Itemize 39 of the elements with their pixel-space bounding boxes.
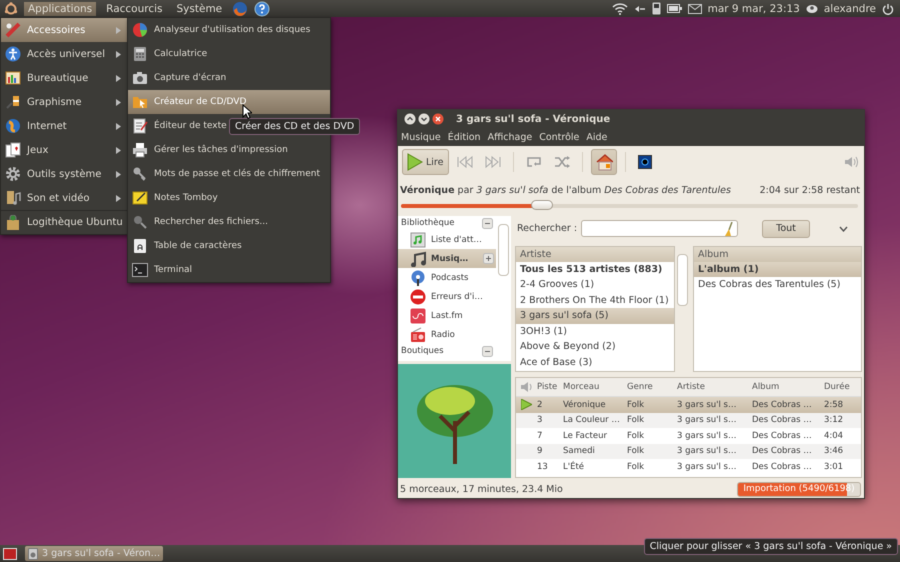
table-cell-text: 13 bbox=[536, 462, 549, 472]
table-cell-text: Folk bbox=[626, 462, 646, 472]
now-playing-text: Véronique par 3 gars su'l sofa de l'album Des Cobras des Tarentules bbox=[400, 184, 732, 196]
table-cell-text: 3 gars su'l s… bbox=[676, 462, 738, 472]
table-cell-text: Des Cobras … bbox=[751, 462, 813, 472]
table-cell-text: Folk bbox=[626, 400, 646, 410]
table-cell-text: Véronique bbox=[562, 400, 607, 410]
tooltip: Créer des CD et des DVD bbox=[229, 118, 360, 135]
table-cell-text: Folk bbox=[626, 446, 646, 456]
source-group-label: Boutiques bbox=[401, 346, 444, 356]
table-cell-text: 9 bbox=[536, 446, 544, 456]
table-cell-text: 3:01 bbox=[823, 462, 844, 472]
table-cell-text: 2 bbox=[536, 400, 544, 410]
notification-tooltip: Cliquer pour glisser « 3 gars su'l sofa - Véronique » bbox=[644, 538, 898, 555]
table-cell-text: Samedi bbox=[562, 446, 596, 456]
table-cell-text: L'Été bbox=[562, 462, 586, 472]
table-cell-text: 3 bbox=[536, 415, 544, 426]
table-cell-text: 2:58 bbox=[823, 400, 844, 410]
table-cell-text: 3 gars su'l s… bbox=[676, 400, 738, 410]
table-cell-text: 3:46 bbox=[823, 446, 844, 456]
table-cell-text: Des Cobras … bbox=[751, 415, 813, 426]
table-cell-text: La Couleur … bbox=[562, 415, 621, 426]
search-label: Rechercher : bbox=[517, 223, 578, 234]
table-cell-text: 4:04 bbox=[823, 430, 844, 441]
time-label: 2:04 sur 2:58 restant bbox=[760, 184, 860, 196]
table-cell-text: Des Cobras … bbox=[751, 400, 813, 410]
table-cell-text: 3:12 bbox=[823, 415, 844, 426]
table-cell-text: 3 gars su'l s… bbox=[676, 415, 738, 426]
table-cell-text: Des Cobras … bbox=[751, 430, 813, 441]
table-cell-text: 7 bbox=[536, 430, 544, 441]
source-group-label: Bibliothèque bbox=[401, 218, 454, 228]
table-cell-text: Folk bbox=[626, 415, 646, 426]
status-text: 5 morceaux, 17 minutes, 23.4 Mio bbox=[400, 484, 563, 494]
table-cell-text: 3 gars su'l s… bbox=[676, 446, 738, 456]
window-title: 3 gars su'l sofa - Véronique bbox=[456, 114, 610, 124]
table-cell-text: Folk bbox=[626, 430, 646, 441]
table-cell-text: Le Facteur bbox=[562, 430, 608, 441]
table-cell-text: 3 gars su'l s… bbox=[676, 430, 738, 441]
table-cell-text: Des Cobras … bbox=[751, 446, 813, 456]
